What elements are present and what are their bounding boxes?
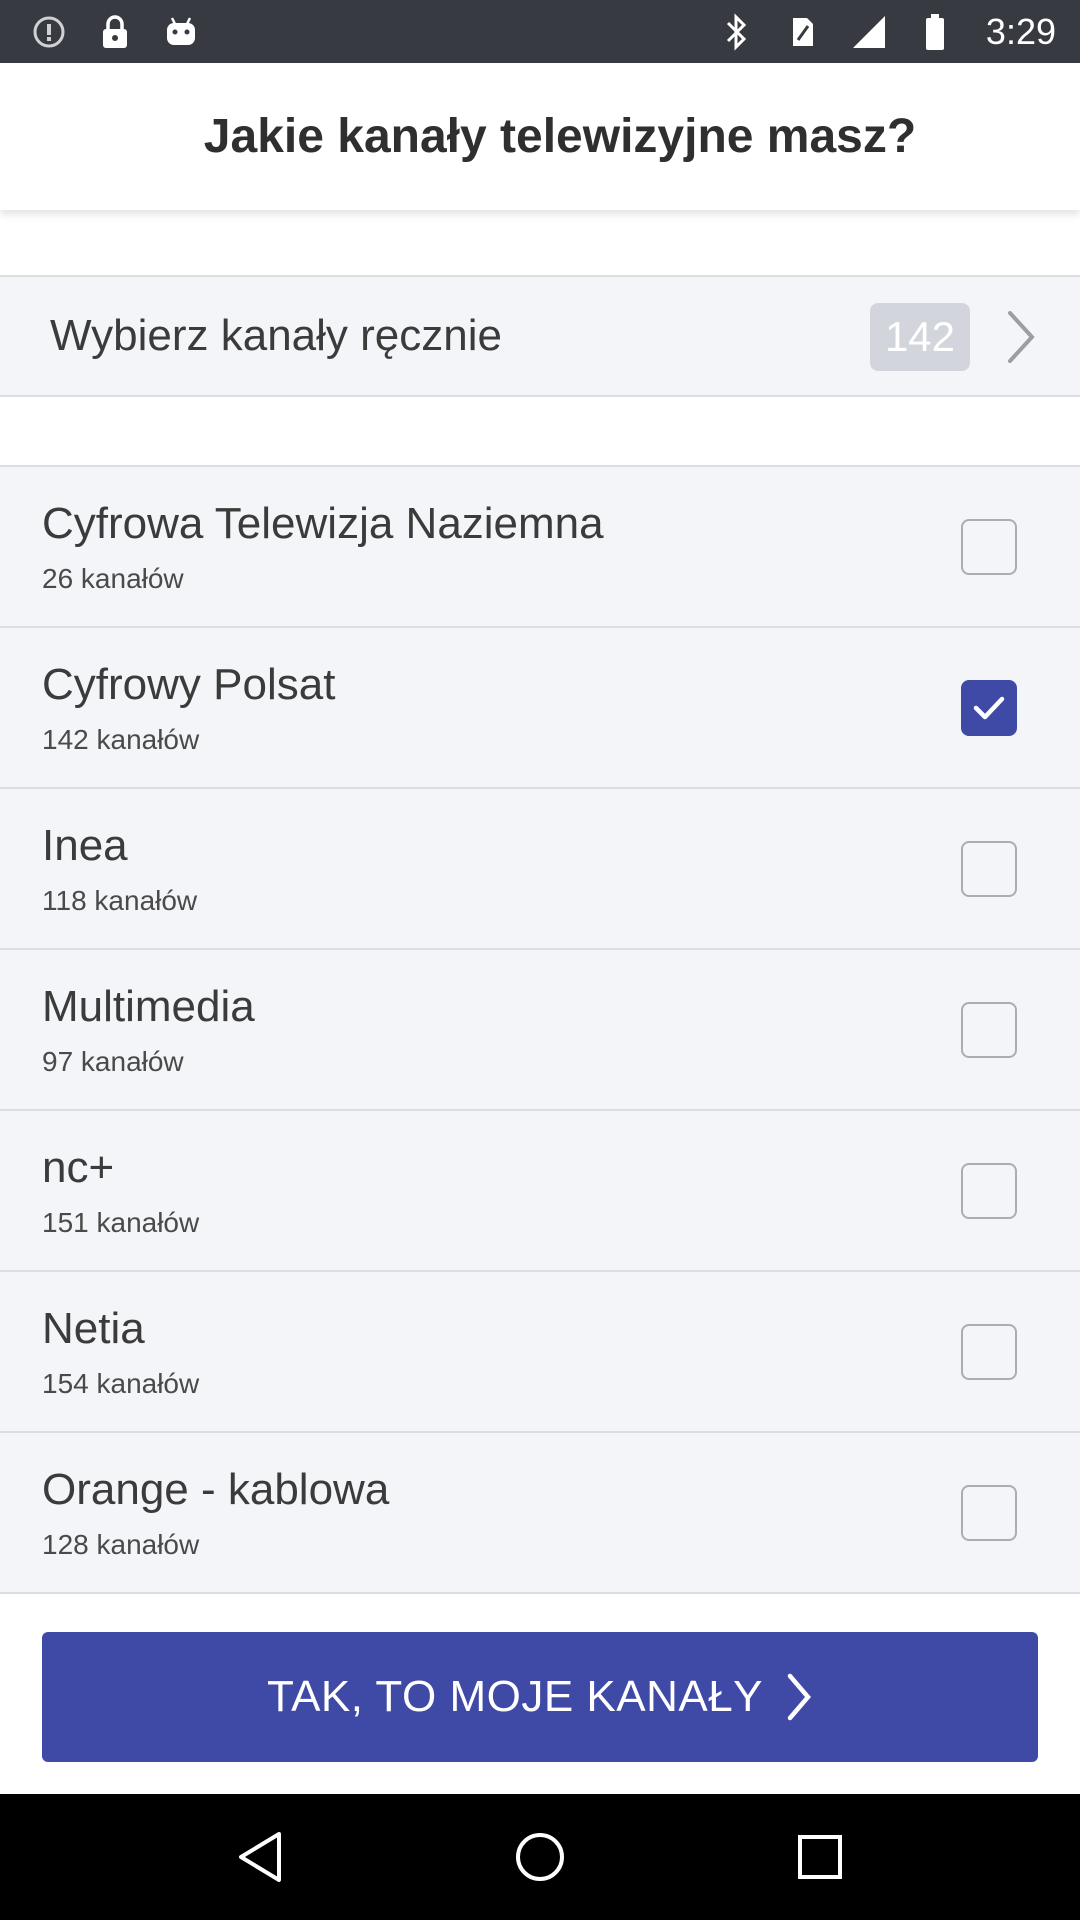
- list-item-provider-2[interactable]: Inea 118 kanałów: [0, 789, 1080, 950]
- provider-checkbox[interactable]: [961, 1163, 1017, 1219]
- list-item-provider-5[interactable]: Netia 154 kanałów: [0, 1272, 1080, 1433]
- status-left-icons: [30, 13, 200, 51]
- alert-icon: [30, 13, 68, 51]
- provider-channel-count: 97 kanałów: [42, 1046, 184, 1077]
- android-icon: [162, 13, 200, 51]
- provider-checkbox[interactable]: [961, 841, 1017, 897]
- provider-name: Cyfrowy Polsat: [42, 660, 336, 709]
- channel-count-badge: 142: [870, 303, 970, 371]
- home-icon[interactable]: [505, 1822, 575, 1892]
- confirm-channels-button[interactable]: TAK, TO MOJE KANAŁY: [42, 1632, 1038, 1762]
- provider-channel-count: 26 kanałów: [42, 563, 184, 594]
- manual-select-label: Wybierz kanały ręcznie: [50, 311, 502, 360]
- chevron-right-icon: [1004, 307, 1038, 367]
- status-time: 3:29: [985, 10, 1056, 52]
- manual-select-row[interactable]: Wybierz kanały ręcznie 142: [0, 275, 1080, 397]
- system-nav-bar: [0, 1794, 1080, 1920]
- list-item-provider-1[interactable]: Cyfrowy Polsat 142 kanałów: [0, 628, 1080, 789]
- signal-icon: [850, 13, 888, 51]
- checkmark-icon: [973, 696, 1005, 720]
- provider-channel-count: 151 kanałów: [42, 1207, 200, 1238]
- chevron-right-icon: [785, 1671, 813, 1723]
- list-item-provider-0[interactable]: Cyfrowa Telewizja Naziemna 26 kanałów: [0, 467, 1080, 628]
- provider-checkbox[interactable]: [961, 680, 1017, 736]
- page-title: Jakie kanały telewizyjne masz?: [203, 110, 917, 163]
- provider-name: Inea: [42, 821, 128, 870]
- provider-name: Orange - kablowa: [42, 1465, 390, 1514]
- provider-list: Cyfrowa Telewizja Naziemna 26 kanałów Cy…: [0, 465, 1080, 1594]
- status-bar: 3:29: [0, 0, 1080, 63]
- provider-channel-count: 142 kanałów: [42, 724, 200, 755]
- list-item-provider-3[interactable]: Multimedia 97 kanałów: [0, 950, 1080, 1111]
- provider-checkbox[interactable]: [961, 1324, 1017, 1380]
- status-right-icons: 3:29: [718, 11, 1056, 53]
- list-item-provider-4[interactable]: nc+ 151 kanałów: [0, 1111, 1080, 1272]
- provider-name: Multimedia: [42, 982, 255, 1031]
- sim-icon: [784, 13, 822, 51]
- provider-channel-count: 154 kanałów: [42, 1368, 200, 1399]
- page-header: Jakie kanały telewizyjne masz?: [0, 63, 1080, 210]
- list-item-provider-6[interactable]: Orange - kablowa 128 kanałów: [0, 1433, 1080, 1594]
- battery-icon: [916, 13, 954, 51]
- provider-name: Cyfrowa Telewizja Naziemna: [42, 499, 604, 548]
- lock-icon: [96, 13, 134, 51]
- provider-name: Netia: [42, 1304, 145, 1353]
- cta-area: TAK, TO MOJE KANAŁY: [0, 1600, 1080, 1794]
- provider-name: nc+: [42, 1143, 115, 1192]
- provider-channel-count: 128 kanałów: [42, 1529, 200, 1560]
- provider-checkbox[interactable]: [961, 1002, 1017, 1058]
- back-icon[interactable]: [225, 1822, 295, 1892]
- provider-checkbox[interactable]: [961, 519, 1017, 575]
- provider-checkbox[interactable]: [961, 1485, 1017, 1541]
- bluetooth-icon: [718, 12, 756, 51]
- recents-icon[interactable]: [785, 1822, 855, 1892]
- confirm-channels-label: TAK, TO MOJE KANAŁY: [266, 1672, 764, 1721]
- provider-channel-count: 118 kanałów: [42, 885, 198, 916]
